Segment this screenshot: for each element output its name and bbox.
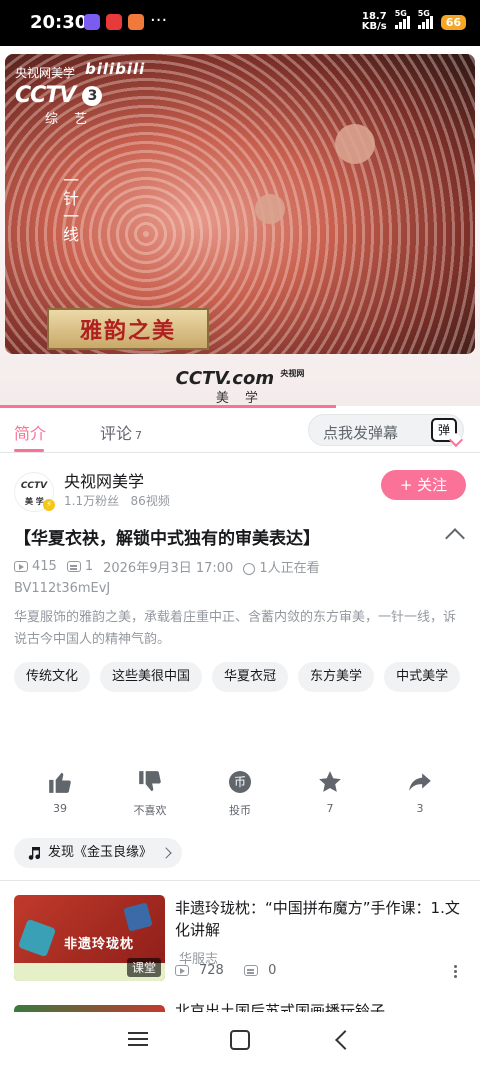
video-title: 【华夏衣袂，解锁中式独有的审美表达】: [14, 529, 320, 549]
status-time: 20:30: [30, 12, 88, 33]
danmaku-count-icon: [244, 965, 259, 976]
video-frame[interactable]: 央视网美学 bilibili CCTV 3 综 艺 一针一线 雅韵之美: [5, 54, 475, 354]
coin-icon: 币: [229, 771, 251, 793]
course-badge: 课堂: [126, 958, 161, 977]
video-description: 华夏服饰的雅韵之美，承载着庄重中正、含蓄内敛的东方审美，一针一线，诉说古今中国人…: [14, 610, 457, 647]
thumb-down-icon: [139, 771, 161, 792]
tab-comments[interactable]: 评论 7: [100, 420, 142, 444]
verified-badge-icon: ⚡: [43, 499, 55, 511]
danmaku-count-icon: [66, 561, 81, 572]
tab-indicator: [14, 449, 44, 452]
app-notification-icon: [128, 14, 144, 30]
divider: [0, 880, 480, 881]
recommended-title[interactable]: 非遗玲珑枕：“中国拼布魔方”手作课：1.文化讲解: [175, 897, 465, 941]
tag-item[interactable]: 传统文化: [14, 662, 91, 692]
video-player[interactable]: 央视网美学 bilibili CCTV 3 综 艺 一针一线 雅韵之美 CCTV…: [0, 46, 480, 406]
network-speed: 18.7 KB/s: [361, 11, 387, 32]
more-options-icon[interactable]: [454, 963, 458, 980]
coin-button[interactable]: 币 投币: [210, 768, 270, 818]
tag-item[interactable]: 这些美很中国: [100, 662, 203, 692]
thumb-up-icon: [49, 772, 71, 793]
thumbnail-art: [17, 918, 57, 958]
app-notification-icon: [84, 14, 100, 30]
status-bar: 20:30 ··· 18.7 KB/s 5G 5G 66: [0, 0, 480, 46]
signal-icon: 5G: [417, 9, 433, 29]
tag-item[interactable]: 中式美学: [384, 662, 461, 692]
favorite-button[interactable]: 7: [300, 768, 360, 815]
battery-icon: 66: [440, 14, 466, 30]
star-icon: [319, 771, 341, 792]
bvid: BV112t36mEvJ: [14, 581, 111, 596]
chevron-right-icon: [160, 847, 172, 859]
play-count-icon: [175, 965, 189, 976]
thumbnail-art: [123, 902, 153, 932]
avatar[interactable]: CCTV 美 学 ⚡: [14, 472, 55, 512]
tab-intro[interactable]: 简介: [14, 420, 46, 444]
uploader-stats: 1.1万粉丝 86视频: [64, 494, 170, 508]
danmu-toggle-icon[interactable]: 弹: [431, 418, 457, 442]
collapse-chevron-icon[interactable]: [445, 528, 465, 548]
dislike-button[interactable]: 不喜欢: [120, 768, 180, 818]
music-note-icon: [28, 847, 41, 860]
home-icon[interactable]: [230, 1030, 250, 1050]
cctv-footer-logo: CCTV.com 央视网 美 学: [175, 368, 305, 406]
recommended-video-card[interactable]: 非遗玲珑枕 课堂 非遗玲珑枕：“中国拼布魔方”手作课：1.文化讲解 华服志 72…: [14, 895, 466, 985]
tag-item[interactable]: 华夏衣冠: [212, 662, 289, 692]
tab-bar: 简介 评论 7 点我发弹幕 弹: [0, 408, 480, 453]
more-notifications-icon: ···: [150, 10, 168, 31]
watching-icon: [243, 562, 256, 575]
menu-icon[interactable]: [128, 1028, 148, 1050]
share-button[interactable]: 3: [390, 768, 450, 815]
uploader-section: CCTV 美 学 ⚡ 央视网美学 1.1万粉丝 86视频 + 关注: [0, 462, 480, 512]
tag-list: 传统文化 这些美很中国 华夏衣冠 东方美学 中式美学: [14, 662, 474, 692]
signal-icon: 5G: [394, 9, 410, 29]
button-knot: [255, 194, 285, 224]
share-icon: [409, 773, 431, 791]
action-bar: 39 不喜欢 币 投币 7 3: [0, 768, 480, 828]
play-count-icon: [14, 561, 28, 572]
recommended-thumbnail[interactable]: 非遗玲珑枕 课堂: [14, 895, 165, 981]
overlay-vertical-text: 一针一线: [60, 172, 79, 244]
uploader-name[interactable]: 央视网美学: [64, 468, 144, 492]
danmu-input[interactable]: 点我发弹幕 弹: [308, 414, 464, 446]
channel-watermark: 央视网美学 bilibili CCTV 3 综 艺: [15, 60, 146, 127]
like-button[interactable]: 39: [30, 768, 90, 815]
publish-date: 2026年9月3日 17:00: [103, 561, 234, 576]
cctv-logo: CCTV 3: [15, 83, 102, 108]
button-knot: [335, 124, 375, 164]
follow-button[interactable]: + 关注: [381, 470, 466, 500]
tag-item[interactable]: 东方美学: [298, 662, 375, 692]
video-meta: 415 1 2026年9月3日 17:00 1人正在看: [14, 557, 320, 576]
app-notification-icon: [106, 14, 122, 30]
notification-icons: [84, 14, 144, 30]
system-nav-bar: [0, 1012, 480, 1067]
recommended-stats: 728 0: [175, 963, 276, 978]
bilibili-logo: bilibili: [85, 60, 146, 78]
music-discover-chip[interactable]: 发现《金玉良缘》: [14, 838, 183, 868]
back-icon[interactable]: [335, 1030, 355, 1050]
overlay-plaque: 雅韵之美: [47, 308, 209, 350]
